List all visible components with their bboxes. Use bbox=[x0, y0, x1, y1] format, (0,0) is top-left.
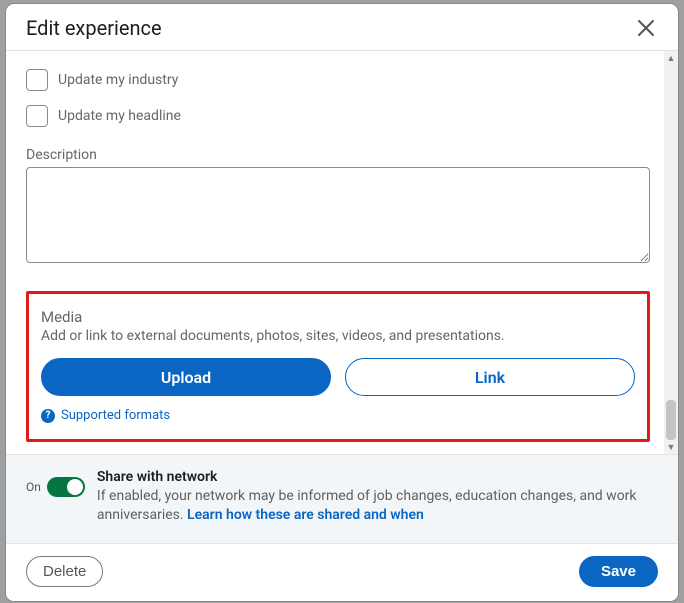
media-subtitle: Add or link to external documents, photo… bbox=[41, 328, 635, 344]
save-button[interactable]: Save bbox=[579, 556, 658, 587]
share-section: On Share with network If enabled, your n… bbox=[6, 454, 678, 543]
upload-button[interactable]: Upload bbox=[41, 358, 331, 396]
share-toggle-group: On bbox=[26, 477, 85, 497]
scrollbar[interactable]: ▲ ▼ bbox=[664, 51, 678, 454]
media-section: Media Add or link to external documents,… bbox=[26, 291, 650, 442]
supported-formats-link[interactable]: ? Supported formats bbox=[41, 408, 635, 423]
media-title: Media bbox=[41, 308, 635, 326]
update-industry-checkbox[interactable] bbox=[26, 69, 48, 91]
modal-header: Edit experience bbox=[6, 4, 678, 51]
update-headline-checkbox[interactable] bbox=[26, 105, 48, 127]
share-text: Share with network If enabled, your netw… bbox=[97, 469, 658, 525]
update-headline-label: Update my headline bbox=[58, 108, 181, 124]
delete-button-label: Delete bbox=[43, 563, 86, 580]
modal-title: Edit experience bbox=[26, 16, 162, 40]
update-headline-row: Update my headline bbox=[26, 105, 650, 127]
media-buttons: Upload Link bbox=[41, 358, 635, 396]
toggle-knob bbox=[67, 479, 83, 495]
edit-experience-modal: Edit experience ▲ ▼ Update my industry U… bbox=[6, 4, 678, 601]
share-toggle[interactable] bbox=[47, 477, 85, 497]
description-textarea[interactable] bbox=[26, 167, 650, 263]
supported-formats-label: Supported formats bbox=[61, 408, 170, 423]
share-body: If enabled, your network may be informed… bbox=[97, 487, 658, 525]
scroll-thumb[interactable] bbox=[666, 400, 676, 440]
save-button-label: Save bbox=[601, 563, 636, 580]
share-heading: Share with network bbox=[97, 469, 658, 485]
close-icon bbox=[637, 19, 655, 37]
upload-button-label: Upload bbox=[161, 368, 211, 387]
update-industry-label: Update my industry bbox=[58, 72, 178, 88]
help-icon: ? bbox=[41, 409, 55, 423]
link-button[interactable]: Link bbox=[345, 358, 635, 396]
close-button[interactable] bbox=[634, 16, 658, 40]
modal-body: ▲ ▼ Update my industry Update my headlin… bbox=[6, 51, 678, 454]
update-industry-row: Update my industry bbox=[26, 69, 650, 91]
description-label: Description bbox=[26, 147, 650, 163]
scroll-down-icon[interactable]: ▼ bbox=[664, 440, 678, 454]
delete-button[interactable]: Delete bbox=[26, 556, 103, 587]
link-button-label: Link bbox=[475, 368, 505, 387]
scroll-up-icon[interactable]: ▲ bbox=[664, 51, 678, 65]
modal-footer: Delete Save bbox=[6, 543, 678, 601]
share-toggle-state: On bbox=[26, 480, 41, 494]
share-learn-link[interactable]: Learn how these are shared and when bbox=[187, 507, 424, 523]
